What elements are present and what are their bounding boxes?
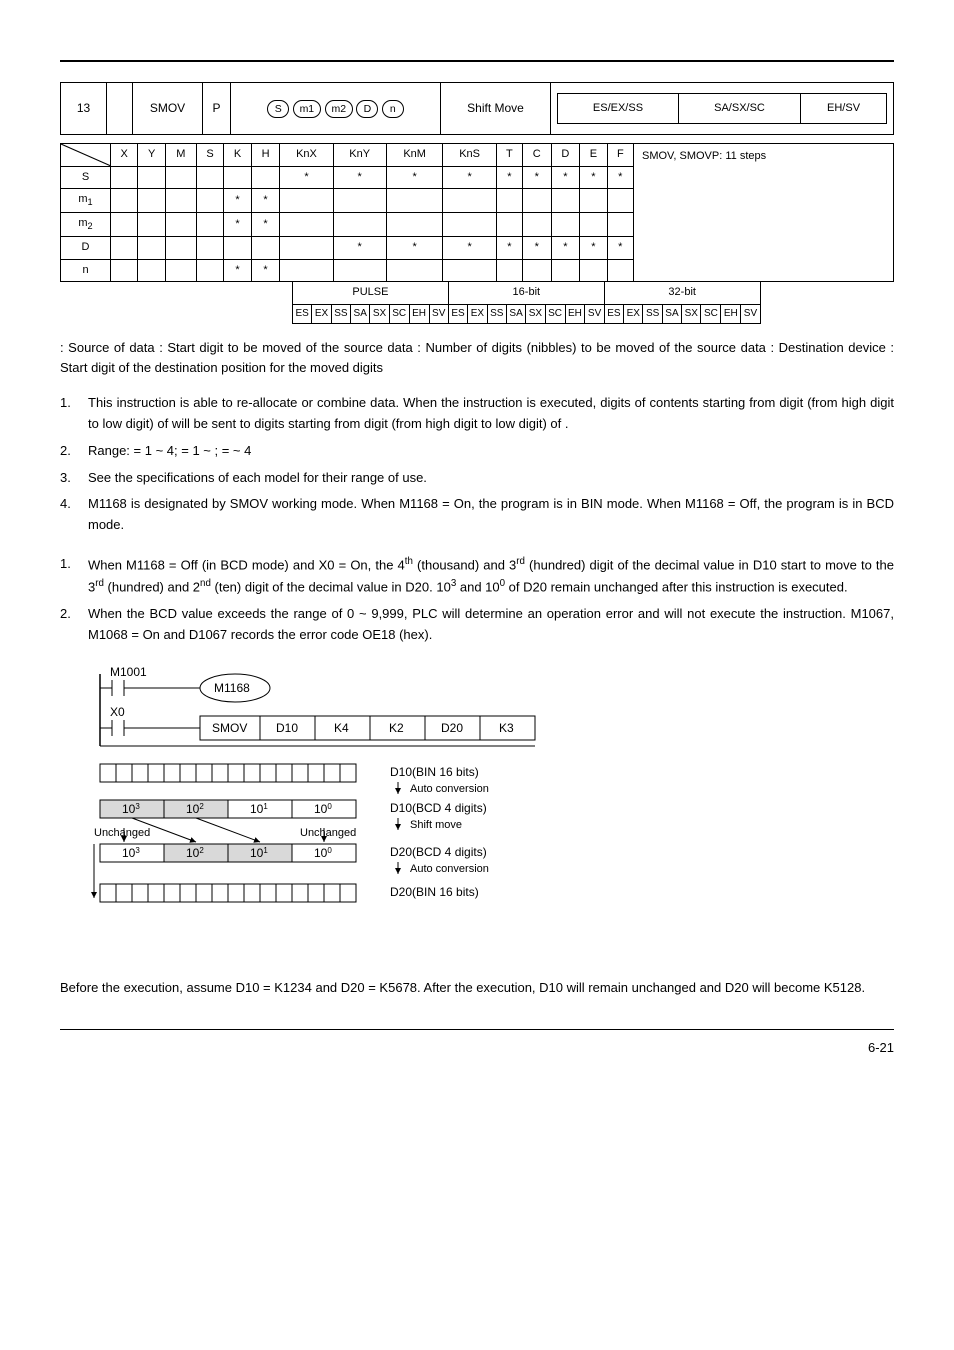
examples-list: 1.When M1168 = Off (in BCD mode) and X0 … xyxy=(60,554,894,646)
col-D: D xyxy=(551,144,580,167)
col-M: M xyxy=(165,144,196,167)
col-KnM: KnM xyxy=(386,144,443,167)
col-Y: Y xyxy=(138,144,165,167)
svg-text:D10(BCD 4 digits): D10(BCD 4 digits) xyxy=(390,801,487,815)
api-blank xyxy=(107,83,133,135)
svg-text:Auto conversion: Auto conversion xyxy=(410,863,489,875)
ladder-diagram: M1001 M1168 X0 SMOV D10 K4 K2 D20 K3 xyxy=(90,664,894,964)
svg-text:Unchanged: Unchanged xyxy=(94,827,150,839)
svg-text:D10: D10 xyxy=(276,721,298,735)
function-name: Shift Move xyxy=(441,83,551,135)
operand-pills: S m1 m2 D n xyxy=(231,83,441,135)
after-execution-text: Before the execution, assume D10 = K1234… xyxy=(60,978,894,999)
mode-16bit: 16-bit xyxy=(448,282,604,305)
mode-table: PULSE 16-bit 32-bit ESEXSSSASXSCEHSV ESE… xyxy=(292,281,761,324)
svg-text:K3: K3 xyxy=(499,721,514,735)
controllers-cell: ES/EX/SS SA/SX/SC EH/SV xyxy=(551,83,894,135)
svg-text:Shift move: Shift move xyxy=(410,819,462,831)
svg-text:K2: K2 xyxy=(389,721,404,735)
col-F: F xyxy=(607,144,633,167)
explanations-list: 1.This instruction is able to re-allocat… xyxy=(60,393,894,536)
exp-1: This instruction is able to re-allocate … xyxy=(88,393,894,435)
pill-m1: m1 xyxy=(293,100,322,118)
p-flag: P xyxy=(203,83,231,135)
col-C: C xyxy=(522,144,551,167)
mode-pulse: PULSE xyxy=(293,282,449,305)
svg-text:K4: K4 xyxy=(334,721,349,735)
flow-left: 103 102 101 100 Unchanged Unchanged 103 … xyxy=(94,764,356,902)
col-KnY: KnY xyxy=(333,144,386,167)
exp-3: See the specifications of each model for… xyxy=(88,468,894,489)
operands-description: : Source of data : Start digit to be mov… xyxy=(60,338,894,380)
mode-32bit: 32-bit xyxy=(604,282,760,305)
example-1: When M1168 = Off (in BCD mode) and X0 = … xyxy=(88,554,894,598)
pill-d: D xyxy=(356,100,378,118)
api-num: 13 xyxy=(61,83,107,135)
pill-m2: m2 xyxy=(325,100,354,118)
col-X: X xyxy=(111,144,138,167)
api-header-table: 13 SMOV P S m1 m2 D n Shift Move ES/EX/S… xyxy=(60,82,894,135)
page-number: 6-21 xyxy=(60,1038,894,1059)
col-S: S xyxy=(196,144,223,167)
svg-text:D20: D20 xyxy=(441,721,463,735)
col-KnX: KnX xyxy=(280,144,333,167)
svg-text:D20(BCD 4 digits): D20(BCD 4 digits) xyxy=(390,845,487,859)
svg-text:SMOV: SMOV xyxy=(212,721,247,735)
diag-cell xyxy=(61,144,111,167)
pill-n: n xyxy=(382,100,404,118)
lbl-m1001: M1001 xyxy=(110,665,147,679)
flow-right: D10(BIN 16 bits) Auto conversion D10(BCD… xyxy=(390,765,489,899)
example-2: When the BCD value exceeds the range of … xyxy=(88,604,894,646)
svg-text:D20(BIN 16 bits): D20(BIN 16 bits) xyxy=(390,885,479,899)
exp-4: M1168 is designated by SMOV working mode… xyxy=(88,494,894,536)
steps-cell: SMOV, SMOVP: 11 steps xyxy=(634,144,894,282)
mnemonic: SMOV xyxy=(133,83,203,135)
svg-text:Auto conversion: Auto conversion xyxy=(410,783,489,795)
lbl-m1168: M1168 xyxy=(214,681,250,695)
col-T: T xyxy=(496,144,522,167)
instr-boxes: SMOV D10 K4 K2 D20 K3 xyxy=(200,716,535,740)
ctrl-2: EH/SV xyxy=(801,93,887,124)
col-KnS: KnS xyxy=(443,144,496,167)
col-K: K xyxy=(224,144,251,167)
pill-s: S xyxy=(267,100,289,118)
svg-text:Unchanged: Unchanged xyxy=(300,827,356,839)
col-E: E xyxy=(580,144,607,167)
svg-text:D10(BIN 16 bits): D10(BIN 16 bits) xyxy=(390,765,479,779)
exp-2: Range: = 1 ~ 4; = 1 ~ ; = ~ 4 xyxy=(88,441,894,462)
ctrl-1: SA/SX/SC xyxy=(678,93,800,124)
operand-table: X Y M S K H KnX KnY KnM KnS T C D E F SM… xyxy=(60,143,894,282)
col-H: H xyxy=(251,144,280,167)
lbl-x0: X0 xyxy=(110,705,125,719)
ctrl-0: ES/EX/SS xyxy=(558,93,679,124)
